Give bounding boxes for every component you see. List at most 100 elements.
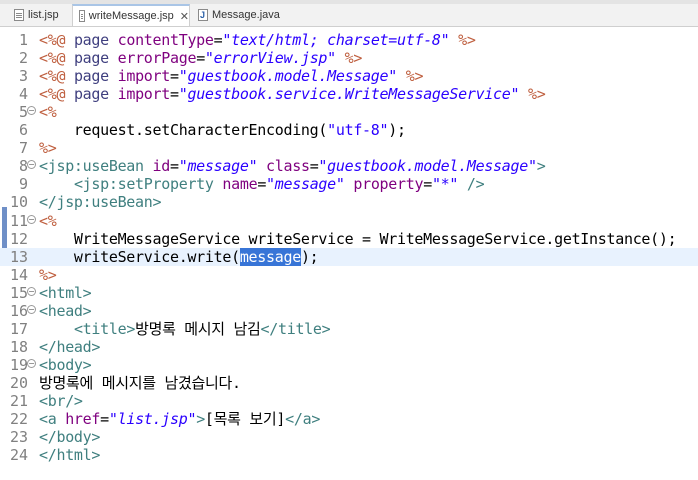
code-token: %> [527,85,546,104]
code-line[interactable]: 24 </html> [0,446,698,464]
code-token: "utf-8" [327,121,389,140]
code-token: <% [39,103,57,122]
code-line[interactable]: 7 %> [0,139,698,157]
line-number: 13 [9,247,28,266]
code-line[interactable]: 4 <%@ page import="guestbook.service.Writ… [0,85,698,103]
fold-toggle-icon[interactable]: − [27,304,36,314]
line-number: 20 [9,373,28,392]
code-text: </html> [39,446,100,464]
code-line[interactable]: 2 <%@ page errorPage="errorView.jsp" %> [0,49,698,67]
code-line[interactable]: 17 <title>방명록 메시지 남김</title> [0,320,698,338]
line-number: 11 [9,211,28,230]
code-line[interactable]: 10 </jsp:useBean> [0,193,698,211]
code-text: <jsp:useBean id="message" class="guestbo… [39,157,546,176]
close-icon[interactable]: ✕ [180,10,189,23]
line-number: 14 [9,265,28,284]
code-token: "message" [266,175,345,194]
code-text: <html> [39,283,92,302]
fold-toggle-icon[interactable]: − [27,160,36,170]
code-token: "*" [431,175,459,194]
fold-toggle-icon[interactable]: − [27,358,36,368]
code-text: </head> [39,338,100,356]
code-token: </head> [39,337,101,356]
code-line[interactable]: 11− <% [0,212,698,230]
code-token: errorPage [117,49,197,68]
fold-toggle-icon[interactable]: − [27,106,36,116]
code-token: "list.jsp" [108,410,197,429]
code-text: %> [39,139,57,157]
code-token: <title> [73,319,136,338]
code-text: <a href="list.jsp">[목록 보기]</a> [39,410,320,428]
code-token: <% [39,211,57,230]
code-token: request.setCharacterEncoding( [39,121,328,140]
code-line[interactable]: 23 </body> [0,428,698,446]
code-editor[interactable]: 1 <%@ page contentType="text/html; charse… [0,27,698,480]
tab-writemessage-jsp[interactable]: writeMessage.jsp ✕ [72,4,190,26]
code-line[interactable]: 1 <%@ page contentType="text/html; charse… [0,31,698,49]
code-line[interactable]: 19− <body> [0,356,698,374]
code-line[interactable]: 21 <br/> [0,392,698,410]
line-number: 8 [18,157,28,176]
line-number: 23 [9,428,28,447]
code-line[interactable]: 18 </head> [0,338,698,356]
code-text: request.setCharacterEncoding("utf-8"); [39,121,406,139]
code-token: page [73,31,109,49]
code-line[interactable]: 16− <head> [0,302,698,320]
code-token: 방명록 메시지 남김 [135,319,261,338]
code-line[interactable]: 20 방명록에 메시지를 남겼습니다. [0,374,698,392]
code-text: <% [39,211,57,230]
tab-label: list.jsp [28,9,59,21]
line-number: 2 [18,49,28,68]
code-line[interactable]: 14 %> [0,266,698,284]
code-token: class [266,157,310,176]
line-number: 6 [18,121,28,140]
code-token: = [170,67,179,86]
code-token: </title> [260,319,331,338]
code-token: "text/html; charset=utf-8" [222,31,450,49]
code-line[interactable]: 13 writeService.write(message); [0,247,698,266]
code-text: <jsp:setProperty name="message" property… [39,175,485,194]
code-token: <html> [39,283,92,302]
code-token: </body> [39,428,101,447]
selected-text: message [239,247,301,266]
code-line[interactable]: 22 <a href="list.jsp">[목록 보기]</a> [0,410,698,428]
fold-toggle-icon[interactable]: − [27,214,36,224]
code-token: 방명록에 메시지를 남겼습니다. [39,373,241,392]
line-number: 24 [9,446,28,465]
jsp-file-icon [14,9,24,21]
code-token: <body> [39,355,92,374]
code-text: 방명록에 메시지를 남겼습니다. [39,374,241,392]
tab-message-java[interactable]: J Message.java [194,4,284,26]
tab-list-jsp[interactable]: list.jsp [8,4,68,26]
code-token: "guestbook.model.Message" [318,157,537,176]
code-token: page [73,85,109,104]
code-token: import [117,85,171,104]
code-text: <%@ page import="guestbook.service.Write… [39,85,546,104]
code-line[interactable]: 12 WriteMessageService writeService = Wr… [0,230,698,248]
code-line[interactable]: 15− <html> [0,284,698,302]
fold-toggle-icon[interactable]: − [27,286,36,296]
code-token: <jsp:useBean [39,157,144,176]
code-line[interactable]: 5− <% [0,103,698,121]
code-line[interactable]: 3 <%@ page import="guestbook.model.Messag… [0,67,698,85]
code-token: </a> [285,410,321,429]
code-token: WriteMessageService writeService = Write… [39,229,677,248]
code-line[interactable]: 8− <jsp:useBean id="message" class="guest… [0,157,698,175]
code-token: <%@ [39,67,66,86]
code-line[interactable]: 6 request.setCharacterEncoding("utf-8"); [0,121,698,139]
tab-label: writeMessage.jsp [88,10,174,22]
code-line[interactable]: 9 <jsp:setProperty name="message" proper… [0,175,698,193]
line-number: 7 [18,139,28,158]
code-token: href [65,410,101,429]
java-file-icon: J [198,9,208,21]
code-token: <head> [39,301,92,320]
code-text: <%@ page contentType="text/html; charset… [39,31,476,49]
